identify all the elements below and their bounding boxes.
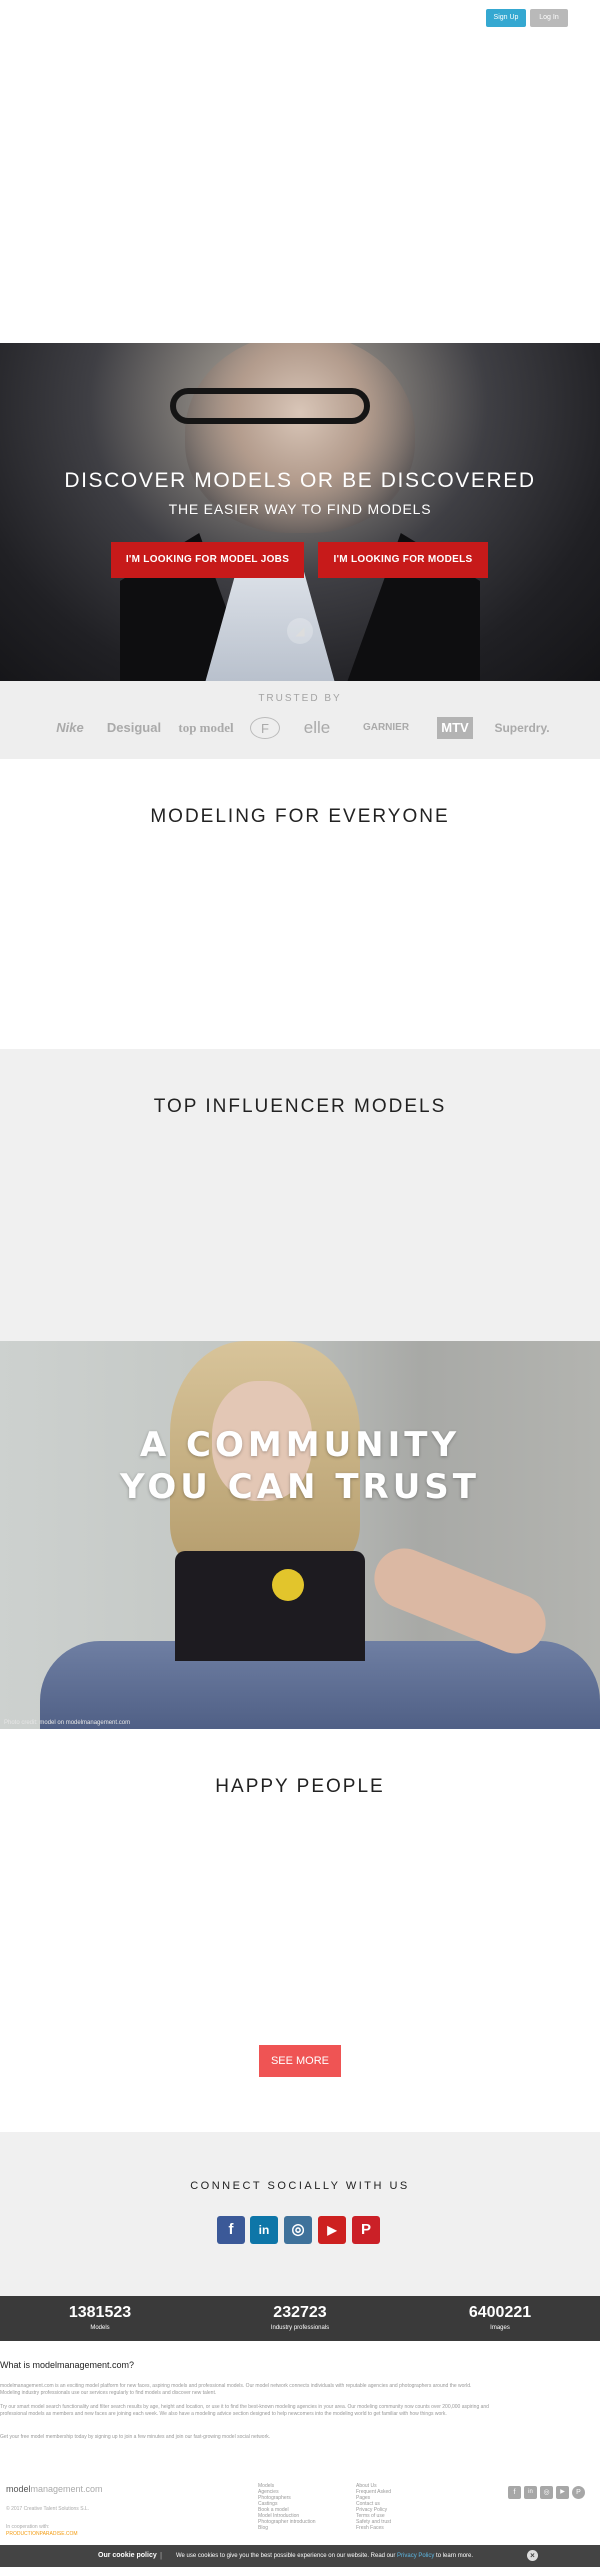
cookie-title: Our cookie policy [98, 2552, 157, 2559]
modeling-title: MODELING FOR EVERYONE [150, 806, 450, 827]
trusted-title: TRUSTED BY [258, 693, 342, 704]
hero-section: DISCOVER MODELS OR BE DISCOVERED THE EAS… [0, 343, 600, 681]
stat-professionals-value: 232723 [273, 2304, 327, 2321]
footer-facebook-icon[interactable]: f [508, 2486, 521, 2499]
stat-images-label: Images [490, 2325, 510, 2331]
hero-subtitle: THE EASIER WAY TO FIND MODELS [168, 501, 432, 517]
youtube-icon[interactable]: ▶ [318, 2216, 346, 2244]
social-section: CONNECT SOCIALLY WITH US f in ◎ ▶ P [0, 2132, 600, 2296]
instagram-icon[interactable]: ◎ [284, 2216, 312, 2244]
hero-glasses-shape [170, 388, 370, 424]
footer-logo[interactable]: modelmanagement.com [6, 2484, 103, 2494]
mtv-logo: MTV [437, 717, 473, 739]
footer-pinterest-icon[interactable]: P [572, 2486, 585, 2499]
about-paragraph-2: Try our smart model search functionality… [0, 2404, 489, 2417]
footer-youtube-icon[interactable]: ▶ [556, 2486, 569, 2499]
about-section: What is modelmanagement.com? modelmanage… [0, 2341, 600, 2476]
footer-copyright: © 2017 Creative Talent Solutions S.L. [6, 2506, 90, 2512]
f-logo: F [250, 717, 280, 739]
photo-badge-shape [272, 1569, 304, 1601]
stat-models-label: Models [90, 2325, 110, 2331]
trusted-by-section: TRUSTED BY Nike Desigual top model F ell… [0, 681, 600, 759]
see-more-button[interactable]: SEE MORE [259, 2045, 341, 2077]
stat-models-value: 1381523 [68, 2304, 132, 2321]
desigual-logo: Desigual [106, 720, 162, 735]
footer-cooperation: In cooperation with: [6, 2524, 50, 2530]
cookie-bar: Our cookie policy | We use cookies to gi… [0, 2545, 600, 2567]
cookie-text: We use cookies to give you the best poss… [176, 2553, 473, 2559]
cookie-message: We use cookies to give you the best poss… [176, 2553, 396, 2559]
facebook-icon[interactable]: f [217, 2216, 245, 2244]
close-icon[interactable]: × [527, 2550, 538, 2561]
garnier-logo: GARNIER [362, 722, 410, 733]
footer: modelmanagement.com © 2017 Creative Tale… [0, 2476, 600, 2545]
signup-button[interactable]: Sign Up [486, 9, 526, 27]
stats-bar: 1381523 Models 232723 Industry professio… [0, 2296, 600, 2341]
elle-logo: elle [303, 718, 331, 737]
happy-people-section: HAPPY PEOPLE SEE MORE [0, 1729, 600, 2132]
nike-logo: Nike [56, 720, 84, 735]
community-line-2: YOU CAN TRUST [120, 1467, 480, 1507]
cookie-separator: | [160, 2551, 163, 2560]
social-title: CONNECT SOCIALLY WITH US [190, 2180, 410, 2192]
pinterest-icon[interactable]: P [352, 2216, 380, 2244]
about-paragraph-1: modelmanagement.com is an exciting model… [0, 2383, 472, 2396]
footer-logo-part-a: model [6, 2484, 31, 2494]
community-banner: A COMMUNITY YOU CAN TRUST Photo credit: … [0, 1341, 600, 1729]
influencer-title: TOP INFLUENCER MODELS [153, 1096, 447, 1117]
happy-title: HAPPY PEOPLE [215, 1776, 385, 1797]
footer-link-blog[interactable]: Blog [258, 2525, 268, 2531]
model-jobs-button[interactable]: I'M LOOKING FOR MODEL JOBS [111, 542, 304, 578]
topmodel-logo: top model [178, 720, 234, 735]
footer-instagram-icon[interactable]: ◎ [540, 2486, 553, 2499]
hero-title: DISCOVER MODELS OR BE DISCOVERED [64, 469, 536, 492]
login-button[interactable]: Log In [530, 9, 568, 27]
about-paragraph-3: Get your free model membership today by … [0, 2434, 271, 2440]
photo-top-shape [175, 1551, 365, 1661]
superdry-logo: Superdry. [494, 721, 550, 735]
stat-images-value: 6400221 [468, 2304, 532, 2321]
speaker-icon[interactable]: ◢ [287, 618, 313, 644]
stat-professionals-label: Industry professionals [270, 2325, 330, 2331]
cookie-message-end: to learn more. [436, 2553, 474, 2559]
footer-partner-link[interactable]: PRODUCTIONPARADISE.COM [6, 2531, 78, 2537]
community-line-1: A COMMUNITY [139, 1425, 461, 1465]
modeling-section: MODELING FOR EVERYONE [0, 759, 600, 1049]
photo-credit: Photo credit: model on modelmanagement.c… [4, 1720, 131, 1726]
privacy-policy-link[interactable]: Privacy Policy [397, 2553, 434, 2559]
footer-logo-part-b: management.com [30, 2484, 103, 2494]
footer-linkedin-icon[interactable]: in [524, 2486, 537, 2499]
footer-link-fresh-faces[interactable]: Fresh Faces [356, 2525, 384, 2531]
about-heading: What is modelmanagement.com? [0, 2360, 135, 2370]
linkedin-icon[interactable]: in [250, 2216, 278, 2244]
top-header: Sign Up Log In [0, 0, 600, 343]
influencer-section: TOP INFLUENCER MODELS [0, 1049, 600, 1341]
find-models-button[interactable]: I'M LOOKING FOR MODELS [318, 542, 488, 578]
